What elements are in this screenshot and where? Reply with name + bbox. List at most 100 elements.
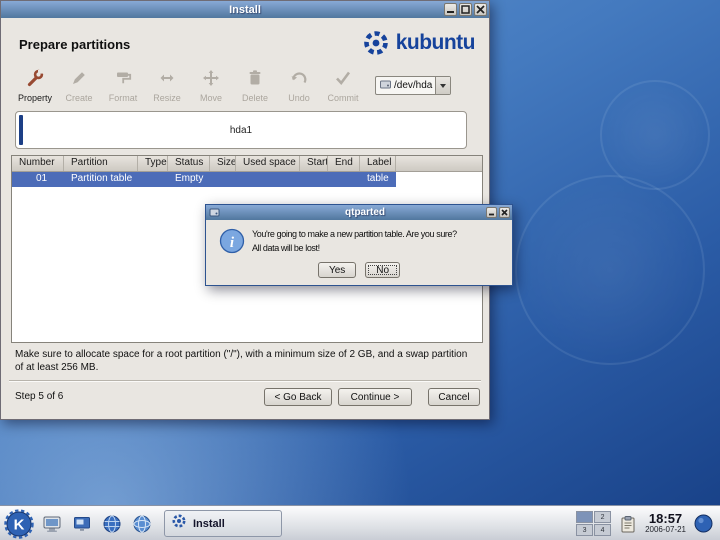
pager-desktop-1[interactable] [576,511,594,523]
dialog-body: i You're going to make a new partition t… [206,220,512,286]
delete-trash-icon [246,69,264,92]
cell-start [300,172,328,187]
column-header-label[interactable]: Label [360,156,396,171]
klipper-tray-icon[interactable] [619,515,637,533]
disk-label: hda1 [229,124,253,136]
blue-globe-tray-icon[interactable] [694,514,713,533]
system-tray: 2 3 4 18:57 2006-07-21 [576,511,716,536]
cell-type [138,172,168,187]
toolbar: Property Create Format Resize Move Delet… [13,67,479,107]
install-task-icon [171,513,187,534]
disk-partition-strip [19,115,23,145]
toolbar-format-button[interactable]: Format [101,67,145,103]
show-desktop-icon[interactable] [69,511,94,536]
dialog-minimize-icon[interactable] [486,207,497,218]
pager-desktop-3[interactable]: 3 [576,524,594,536]
kmenu-button[interactable]: K [4,508,34,539]
close-icon[interactable] [474,3,487,16]
dialog-message-line1: You're going to make a new partition tab… [252,229,457,239]
device-value: /dev/hda [394,80,433,91]
toolbar-button-label: Move [199,93,222,103]
svg-text:K: K [14,516,25,533]
page-title: Prepare partitions [19,37,131,52]
cell-partition: Partition table [71,173,133,184]
info-icon: i [219,228,245,259]
maximize-icon[interactable] [459,3,472,16]
konqueror-globe-icon[interactable] [99,511,124,536]
taskbar-install-task[interactable]: Install [164,510,282,537]
taskbar: K Install 2 3 4 18:57 2006-07-21 [0,506,720,540]
desktop-pager: 2 3 4 [576,511,612,536]
note-text: Make sure to allocate space for a root p… [15,349,468,373]
install-window-titlebar[interactable]: Install [1,1,489,18]
format-roller-icon [114,69,132,92]
pager-desktop-2[interactable]: 2 [594,511,612,523]
kde-gear-icon: K [4,508,34,539]
toolbar-commit-button[interactable]: Commit [321,67,365,103]
move-arrows-icon [202,69,220,92]
separator [9,380,481,382]
column-header-end[interactable]: End [328,156,360,171]
dialog-message-line2: All data will be lost! [252,242,320,253]
column-header-start[interactable]: Start [300,156,328,171]
column-header-partition[interactable]: Partition [64,156,138,171]
cell-label: table [367,173,389,184]
cancel-button[interactable]: Cancel [428,388,480,406]
toolbar-button-label: Delete [241,93,268,103]
kubuntu-gear-icon [363,31,388,55]
toolbar-undo-button[interactable]: Undo [277,67,321,103]
yes-button[interactable]: Yes [317,262,357,278]
dialog-title: qtparted [345,207,385,218]
dialog-close-icon[interactable] [499,207,510,218]
toolbar-delete-button[interactable]: Delete [233,67,277,103]
resize-arrows-icon [158,69,176,92]
disk-visualization[interactable]: hda1 [15,111,467,149]
kubuntu-logo-text: kubuntu [395,31,476,54]
continue-button[interactable]: Continue > [338,388,412,406]
wallpaper-circle [600,80,710,190]
table-header: Number Partition Type Status Size Used s… [12,156,482,172]
device-selector[interactable]: /dev/hda [375,76,451,95]
table-row[interactable]: 01 Partition table Empty table [12,172,396,187]
toolbar-button-label: Create [65,93,93,103]
toolbar-property-button[interactable]: Property [13,67,57,103]
cell-number: 01 [36,173,48,184]
toolbar-resize-button[interactable]: Resize [145,67,189,103]
toolbar-button-label: Undo [288,93,310,103]
toolbar-create-button[interactable]: Create [57,67,101,103]
wallpaper-circle [515,175,705,365]
web-browser-globe-icon[interactable] [129,511,154,536]
dialog-titlebar[interactable]: qtparted [206,205,512,220]
cell-size [210,172,236,187]
desktop: Install Prepare partitions kubuntu Prope… [0,0,720,540]
column-header-used-space[interactable]: Used space [236,156,300,171]
clock[interactable]: 18:57 2006-07-21 [645,512,686,534]
system-monitor-icon[interactable] [39,511,64,536]
column-header-status[interactable]: Status [168,156,210,171]
create-pencil-icon [70,69,88,92]
step-indicator: Step 5 of 6 [15,391,64,402]
column-header-type[interactable]: Type [138,156,168,171]
clock-time: 18:57 [648,511,683,527]
toolbar-button-label: Property [17,93,52,103]
disk-icon [380,79,391,93]
chevron-down-icon[interactable] [435,77,450,94]
cell-used-space [236,172,300,187]
qtparted-app-icon [209,207,220,218]
go-back-button[interactable]: < Go Back [264,388,332,406]
property-wrench-icon [26,69,44,92]
toolbar-move-button[interactable]: Move [189,67,233,103]
cell-status: Empty [175,173,204,184]
qtparted-dialog: qtparted i You're going to make a new pa… [205,204,513,286]
commit-check-icon [334,69,352,92]
no-button[interactable]: No [365,262,401,278]
column-header-size[interactable]: Size [210,156,236,171]
cell-end [328,172,360,187]
minimize-icon[interactable] [444,3,457,16]
task-label: Install [193,517,225,530]
pager-desktop-4[interactable]: 4 [594,524,612,536]
toolbar-button-label: Commit [327,93,359,103]
column-header-number[interactable]: Number [12,156,64,171]
clock-date: 2006-07-21 [645,525,686,535]
undo-arrow-icon [290,69,308,92]
